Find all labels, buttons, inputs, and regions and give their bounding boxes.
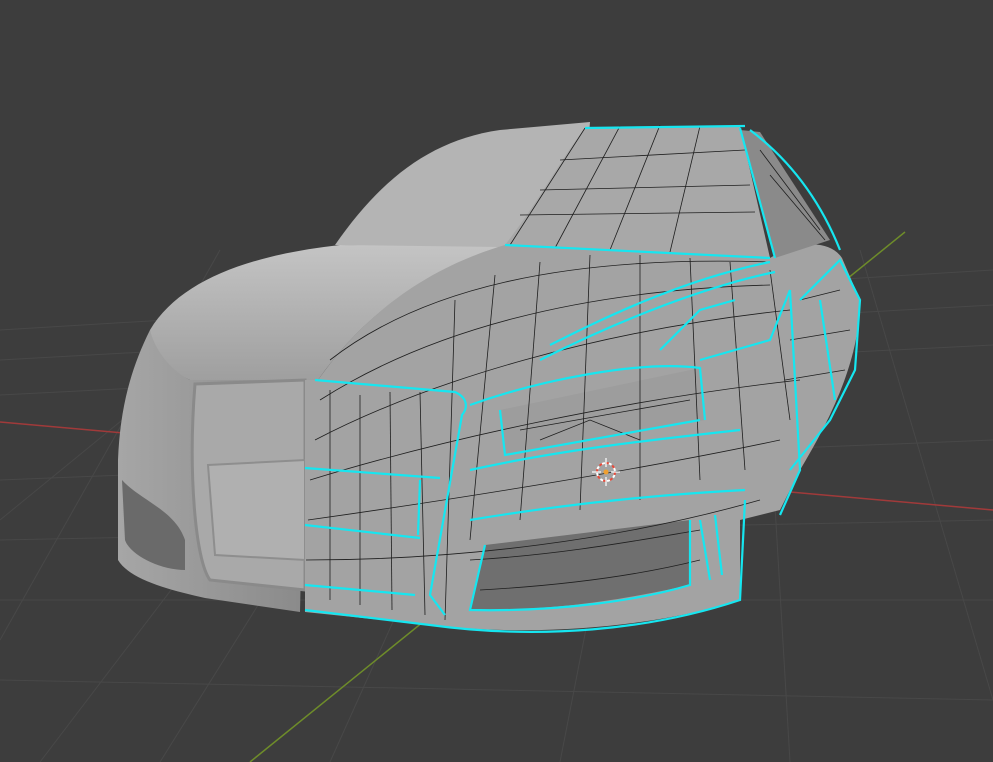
viewport-canvas[interactable] bbox=[0, 0, 993, 762]
3d-viewport[interactable] bbox=[0, 0, 993, 762]
grille-inner bbox=[206, 458, 306, 562]
